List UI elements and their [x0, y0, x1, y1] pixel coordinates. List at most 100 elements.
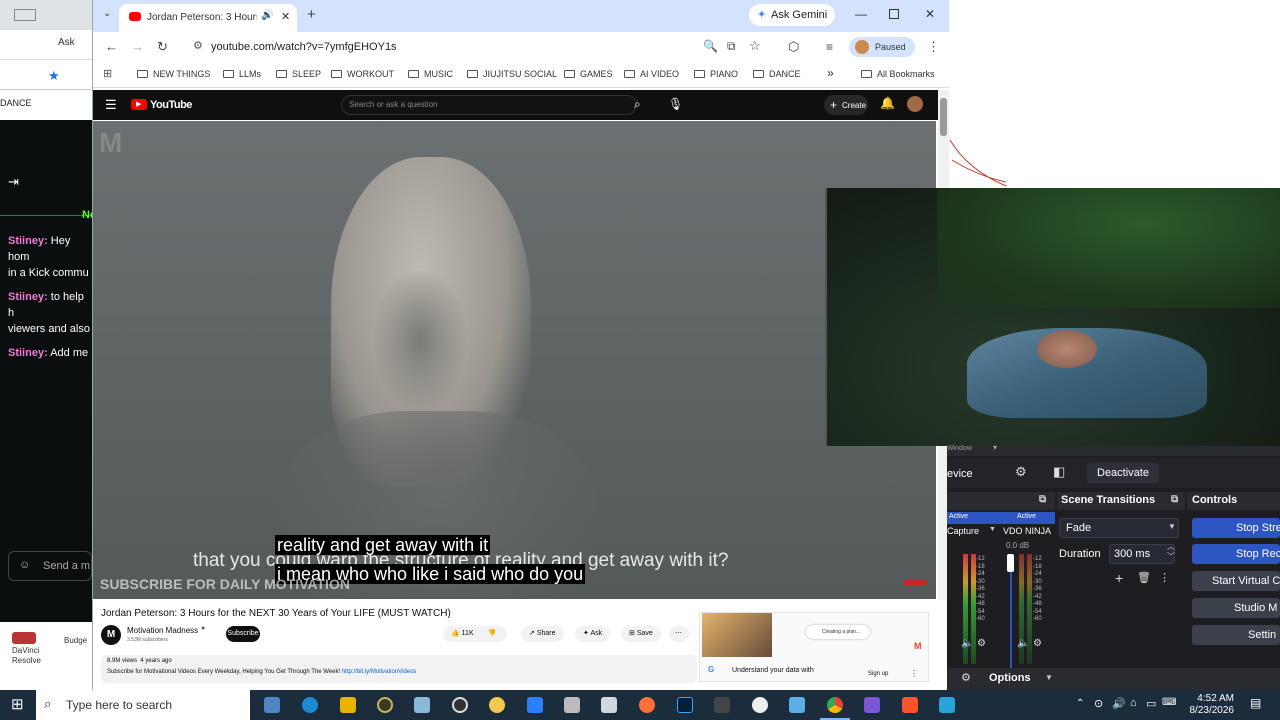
background-tab-icon[interactable] [14, 9, 36, 21]
more-actions-icon[interactable]: ⋯ [669, 626, 689, 642]
hamburger-menu-icon[interactable]: ☰ [105, 97, 117, 113]
vdo-ninja-channel[interactable]: VDO NINJA [1003, 526, 1051, 536]
task-view-icon[interactable] [264, 697, 280, 713]
mute-speaker-icon[interactable]: 🔈 [1017, 638, 1029, 649]
network-icon[interactable]: ⌂ [1130, 697, 1137, 709]
app-icon-6[interactable] [752, 697, 768, 713]
app-icon-5[interactable] [601, 697, 617, 713]
remove-transition-icon[interactable]: 🗑 [1137, 571, 1151, 584]
app-icon-1[interactable] [377, 697, 393, 713]
description-link[interactable]: http://bit.ly/MotivationVideos [342, 669, 417, 675]
search-icon[interactable]: ⌕ [634, 97, 641, 112]
tab-youtube[interactable]: Jordan Peterson: 3 Hours fo 🔊 ✕ [119, 4, 297, 32]
bottom-gear-icon[interactable]: ⚙ [961, 671, 971, 684]
ad-panel[interactable]: Creating a plan... M G Understand your d… [699, 612, 929, 682]
youtube-search-input[interactable]: Search or ask a question [341, 95, 637, 115]
extensions-icon[interactable]: ⬡ [788, 39, 799, 55]
file-explorer-icon[interactable] [340, 697, 356, 713]
options-chevron-icon[interactable]: ▼ [1045, 673, 1053, 682]
tray-expand-icon[interactable]: ⌃ [1076, 698, 1084, 709]
windows-start-icon[interactable]: ⊞ [11, 695, 24, 713]
account-avatar[interactable] [907, 96, 923, 112]
tab-close-icon[interactable]: ✕ [281, 10, 290, 23]
dock-icon[interactable]: ⧉ [1039, 494, 1046, 505]
scrollbar-thumb[interactable] [940, 98, 947, 136]
bookmark-sleep[interactable]: SLEEP [276, 69, 321, 79]
ad-signup[interactable]: Sign up [868, 671, 888, 677]
volume-slider-track[interactable] [1010, 572, 1012, 668]
davinci-icon[interactable] [714, 697, 730, 713]
new-tab-icon[interactable]: + [307, 6, 316, 23]
start-virtual-camera-button[interactable]: Start Virtual Ca [1192, 571, 1280, 591]
paused-profile-button[interactable]: Paused [849, 37, 915, 57]
ask-button[interactable]: ✦ Ask [575, 626, 611, 642]
media-controls-icon[interactable]: ≡ [826, 40, 833, 54]
capture-dropdown-icon[interactable]: ▼ [989, 526, 996, 533]
bookmark-music[interactable]: MUSIC [408, 69, 453, 79]
transition-menu-icon[interactable]: ⋮ [1159, 571, 1170, 584]
notifications-icon[interactable]: ▤ [1250, 696, 1261, 710]
keyboard-icon[interactable]: ⌨ [1162, 697, 1176, 708]
collapse-chat-icon[interactable]: ⇥ [8, 174, 19, 190]
emoji-icon[interactable]: ☺ [19, 559, 30, 571]
channel-name[interactable]: Motivation Madness [127, 626, 198, 635]
description-box[interactable]: 8.9M views 4 years ago Subscribe for Mot… [101, 655, 697, 683]
all-bookmarks[interactable]: All Bookmarks [861, 69, 935, 79]
edge-icon[interactable] [302, 697, 318, 713]
filters-icon[interactable]: ◧ [1053, 464, 1065, 480]
app-icon-7[interactable] [789, 697, 805, 713]
background-bookmark-dance-label[interactable]: DANCE [0, 98, 32, 108]
back-icon[interactable]: ← [105, 39, 118, 54]
notifications-bell-icon[interactable]: 🔔 [880, 96, 895, 110]
volume-icon[interactable]: 🔊 [1112, 697, 1126, 710]
subscribe-button[interactable]: Subscribe [226, 626, 260, 642]
studio-mode-button[interactable]: Studio M [1192, 598, 1280, 618]
obs-icon[interactable] [452, 697, 468, 713]
properties-gear-icon[interactable]: ⚙ [1015, 464, 1027, 480]
background-ask-label[interactable]: Ask [58, 37, 75, 48]
app-icon-8[interactable] [864, 697, 880, 713]
bookmark-llms[interactable]: LLMs [223, 69, 261, 79]
apps-grid-icon[interactable]: ⊞ [103, 67, 112, 80]
app-icon-4[interactable] [564, 697, 580, 713]
minimize-icon[interactable]: — [855, 7, 867, 21]
stop-streaming-button[interactable]: Stop Strea [1192, 518, 1280, 538]
bookmark-workout[interactable]: WORKOUT [331, 69, 394, 79]
davinci-icon[interactable] [12, 632, 36, 644]
docs-icon[interactable] [527, 697, 543, 713]
like-dislike-button[interactable]: 👍 11K 👎 [443, 626, 507, 642]
microphone-icon[interactable]: 🎙 [668, 97, 683, 111]
end-screen-subscribe-icon[interactable] [904, 580, 926, 586]
youtube-logo-text[interactable]: YouTube [150, 99, 192, 111]
taskbar-search[interactable]: ⌕ Type here to search [36, 690, 250, 720]
bookmark-ai-video[interactable]: AI VIDEO [624, 69, 679, 79]
capture-channel[interactable]: Capture [947, 526, 979, 536]
thumbs-down-icon[interactable]: 👎 [488, 630, 497, 637]
dropdown-arrow-icon[interactable]: ▾ [993, 443, 997, 452]
save-button[interactable]: ⊞ Save [621, 626, 661, 642]
app-icon-3[interactable] [489, 697, 505, 713]
create-button[interactable]: + Create [824, 95, 868, 115]
video-player[interactable]: M that you could warp the structure of r… [93, 121, 936, 599]
url-text[interactable]: youtube.com/watch?v=7ymfgEHOY1s [211, 41, 397, 53]
channel-avatar[interactable]: M [101, 625, 121, 645]
desktop-icon-label[interactable]: DaVinci Resolve [12, 646, 48, 666]
chrome-icon[interactable] [827, 697, 843, 713]
duration-stepper-icon[interactable]: ︿ ﹀ [1167, 542, 1175, 562]
mute-speaker-icon[interactable]: 🔈 [961, 638, 973, 649]
star-icon[interactable]: ★ [48, 68, 60, 84]
speaker-icon[interactable]: 🔊 [261, 10, 273, 21]
duration-input[interactable]: 300 ms [1109, 544, 1175, 564]
forward-icon[interactable]: → [131, 39, 144, 54]
app-icon-2[interactable] [414, 697, 430, 713]
thumbs-up-icon[interactable]: 👍 [451, 630, 460, 637]
zoom-icon[interactable]: 🔍 [703, 39, 718, 53]
tray-app-icon[interactable]: ⊙ [1094, 697, 1103, 710]
bookmark-new-things[interactable]: NEW THINGS [137, 69, 210, 79]
add-transition-icon[interactable]: + [1115, 570, 1123, 586]
firefox-icon[interactable] [639, 697, 655, 713]
address-bar[interactable]: ⚙ youtube.com/watch?v=7ymfgEHOY1s 🔍 ⧉ ☆ [189, 36, 769, 58]
settings-button[interactable]: Settin [1192, 625, 1280, 645]
ask-gemini-button[interactable]: ✦ Ask Gemini [749, 4, 835, 26]
reload-icon[interactable]: ↻ [157, 39, 168, 55]
